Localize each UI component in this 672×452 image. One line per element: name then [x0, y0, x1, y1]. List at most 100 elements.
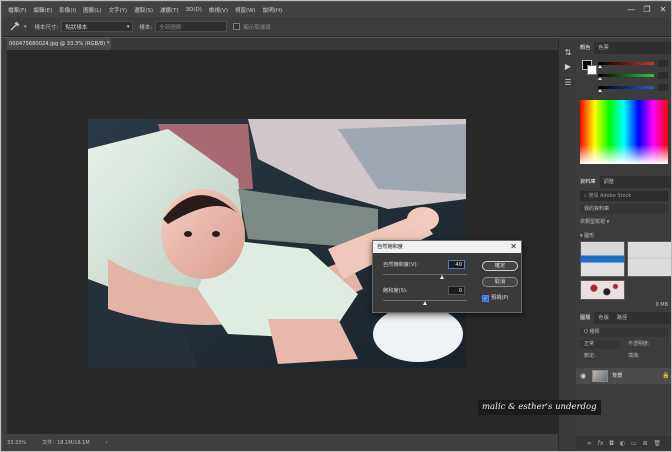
vibrance-dialog: 自然飽和度 ✕ 自然飽和度(V): 40 飽和度(S): 0 確定 取消 ✓ 預…	[372, 240, 522, 313]
document-tab[interactable]: 000475680024.jpg @ 33.3% (RGB/8) * ✕	[7, 38, 111, 50]
blue-value[interactable]	[658, 84, 668, 91]
dialog-title: 自然飽和度	[373, 241, 521, 253]
library-thumbnail[interactable]	[580, 280, 625, 300]
mask-icon[interactable]: ◘	[609, 440, 614, 447]
sample-size-label: 樣本尺寸:	[34, 24, 59, 31]
options-bar: ▾ 樣本尺寸: 點狀樣本 ▾ 樣本: 全部圖層 顯示取樣環	[2, 17, 671, 37]
panel-icon-strip: ⇅ ▶ ☰	[558, 38, 576, 451]
tab-layers[interactable]: 圖層	[576, 312, 595, 324]
menu-type[interactable]: 文字(Y)	[109, 6, 128, 14]
vibrance-slider-thumb[interactable]	[439, 275, 444, 279]
eye-icon[interactable]: ◉	[580, 372, 588, 380]
layer-kind-filter[interactable]: Q 種類	[580, 328, 668, 337]
library-filter-label: 依類型檢視	[580, 219, 606, 225]
library-thumbnail[interactable]	[580, 241, 625, 277]
sample-size-select[interactable]: 點狀樣本 ▾	[61, 21, 134, 32]
green-value[interactable]	[658, 72, 668, 79]
graphics-group-label: 圖形	[584, 233, 595, 239]
cancel-button[interactable]: 取消	[482, 277, 518, 287]
menu-edit[interactable]: 編輯(E)	[33, 6, 52, 14]
red-slider[interactable]	[598, 62, 654, 68]
chevron-down-icon: ▾	[606, 219, 610, 225]
layers-panel-tabs: 圖層 色版 路徑	[576, 312, 671, 324]
properties-icon[interactable]: ☰	[563, 78, 573, 88]
new-layer-icon[interactable]: ⊞	[642, 440, 647, 447]
red-value[interactable]	[658, 60, 668, 67]
vibrance-input[interactable]: 40	[448, 260, 465, 269]
adjustment-icon[interactable]: ◐	[620, 440, 625, 447]
menu-layer[interactable]: 圖層(L)	[83, 6, 101, 14]
tab-swatches[interactable]: 色票	[594, 42, 612, 54]
library-search-placeholder: 搜尋 Adobe Stock	[588, 193, 632, 199]
folder-icon[interactable]: ▭	[631, 440, 637, 447]
zoom-level[interactable]: 33.33%	[7, 440, 26, 446]
layer-name: 背景	[612, 373, 623, 379]
link-icon[interactable]: ∞	[587, 440, 592, 447]
tab-channels[interactable]: 色版	[594, 312, 612, 324]
color-spectrum[interactable]	[580, 100, 668, 164]
menu-3d[interactable]: 3D(D)	[186, 7, 202, 13]
close-button[interactable]: ✕	[656, 4, 670, 15]
preview-label: 預視(P)	[491, 295, 509, 301]
document-tab-title: 000475680024.jpg @ 33.3% (RGB/8) *	[9, 41, 110, 47]
libraries-panel: ⌕ 搜尋 Adobe Stock 我的資料庫 依類型檢視 ▾ ▾ 圖形 9 MB	[576, 188, 671, 314]
status-arrow[interactable]: ›	[106, 440, 108, 446]
eyedropper-icon[interactable]	[10, 21, 20, 33]
saturation-label: 飽和度(S):	[383, 288, 408, 294]
library-filter[interactable]: 依類型檢視 ▾	[580, 218, 609, 225]
menu-select[interactable]: 選取(S)	[134, 6, 153, 14]
blue-slider[interactable]	[598, 86, 654, 92]
color-panel-tabs: 顏色 色票	[576, 42, 671, 54]
status-bar: 33.33% 文件：18.1M/18.1M ›	[2, 434, 558, 451]
graphics-group[interactable]: ▾ 圖形	[580, 232, 594, 239]
show-ring-label: 顯示取樣環	[243, 24, 271, 31]
maximize-button[interactable]: ❐	[640, 4, 654, 15]
vibrance-label: 自然飽和度(V):	[383, 262, 419, 268]
layer-row-background[interactable]: ◉ 背景 🔒	[576, 368, 671, 384]
chevron-down-icon: ▾	[126, 23, 130, 30]
menu-bar: 檔案(F) 編輯(E) 影像(I) 圖層(L) 文字(Y) 選取(S) 濾鏡(T…	[2, 2, 671, 17]
lock-label: 鎖定:	[584, 353, 596, 359]
close-icon[interactable]: ✕	[510, 241, 517, 253]
saturation-slider-thumb[interactable]	[423, 301, 427, 305]
sample-size-value: 點狀樣本	[65, 24, 88, 31]
background-color-swatch[interactable]	[587, 65, 597, 75]
ok-button[interactable]: 確定	[482, 261, 518, 271]
menu-view[interactable]: 檢視(V)	[209, 6, 228, 14]
sample-select[interactable]: 全部圖層	[155, 21, 228, 32]
tab-adjustments[interactable]: 調整	[600, 176, 618, 188]
tab-paths[interactable]: 路徑	[613, 312, 631, 324]
fx-icon[interactable]: fx	[598, 440, 604, 447]
vibrance-slider[interactable]	[383, 274, 467, 275]
history-icon[interactable]: ⇅	[563, 48, 573, 58]
sample-label: 樣本:	[139, 24, 153, 31]
menu-filter[interactable]: 濾鏡(T)	[160, 6, 179, 14]
saturation-input[interactable]: 0	[448, 286, 465, 295]
layer-thumbnail	[592, 370, 608, 382]
blend-mode-select[interactable]: 正常	[580, 340, 620, 349]
menu-file[interactable]: 檔案(F)	[8, 6, 26, 14]
library-thumbnail[interactable]	[627, 241, 671, 277]
menu-help[interactable]: 說明(H)	[263, 6, 282, 14]
chevron-down-icon[interactable]: ▾	[24, 24, 27, 30]
library-select[interactable]: 我的資料庫	[580, 204, 668, 214]
libraries-panel-tabs: 資料庫 調整	[576, 176, 671, 188]
sample-value: 全部圖層	[159, 24, 182, 31]
show-ring-checkbox[interactable]	[233, 23, 241, 30]
green-slider[interactable]	[598, 74, 654, 80]
library-size: 9 MB	[655, 302, 668, 308]
library-search-input[interactable]: ⌕ 搜尋 Adobe Stock	[580, 191, 668, 201]
lock-icon[interactable]: 🔒	[662, 372, 669, 379]
tab-libraries[interactable]: 資料庫	[576, 176, 600, 188]
opacity-label: 不透明度:	[628, 341, 650, 347]
tab-color[interactable]: 顏色	[576, 42, 595, 54]
menu-window[interactable]: 視窗(W)	[235, 6, 256, 14]
play-icon[interactable]: ▶	[563, 62, 573, 72]
preview-checkbox[interactable]: ✓	[482, 295, 489, 302]
minimize-button[interactable]: —	[624, 4, 638, 15]
tab-strip	[111, 38, 558, 50]
menu-image[interactable]: 影像(I)	[59, 6, 76, 14]
layers-footer: ∞ fx ◘ ◐ ▭ ⊞ 🗑	[576, 436, 671, 450]
library-name: 我的資料庫	[584, 206, 610, 212]
trash-icon[interactable]: 🗑	[653, 440, 661, 447]
